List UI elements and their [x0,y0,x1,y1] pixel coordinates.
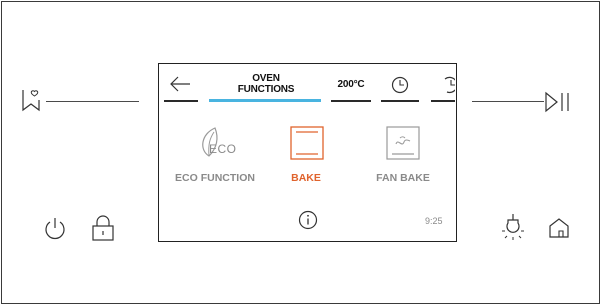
function-eco[interactable]: ECO ECO FUNCTION [173,124,257,184]
oven-light-icon[interactable] [499,212,527,242]
eco-icon-text: ECO [209,142,237,156]
clock-icon[interactable] [391,76,409,94]
function-fan-bake-label: FAN BAKE [376,172,430,184]
bake-icon [290,126,324,160]
right-divider-line [472,101,544,102]
clock-tab-underline [381,100,419,102]
info-icon[interactable] [298,210,318,230]
end-time-icon[interactable] [441,75,455,95]
back-tab-underline [164,100,198,102]
control-panel: OVEN FUNCTIONS 200°C ECO ECO FUNCTION BA… [1,1,600,304]
left-divider-line [46,101,139,102]
tab-title-line1: OVEN [252,73,280,84]
function-eco-label: ECO FUNCTION [175,172,255,184]
tab-oven-functions[interactable]: OVEN FUNCTIONS [211,73,321,95]
play-pause-icon[interactable] [544,91,572,113]
oven-display: OVEN FUNCTIONS 200°C ECO ECO FUNCTION BA… [158,63,457,242]
function-bake-label: BAKE [291,172,321,184]
clock-time: 9:25 [425,216,443,226]
tab-title-line2: FUNCTIONS [237,84,295,95]
home-icon[interactable] [547,216,571,240]
favorite-icon[interactable] [20,88,42,112]
function-bake[interactable]: BAKE [270,124,342,184]
temperature-tab-underline [331,100,371,102]
active-tab-indicator [209,99,321,102]
power-icon[interactable] [42,216,68,242]
function-fan-bake[interactable]: FAN BAKE [359,124,443,184]
end-time-tab-underline [431,100,455,102]
temperature-tab[interactable]: 200°C [331,79,371,90]
fan-bake-icon [386,126,420,160]
back-arrow-icon[interactable] [169,76,191,92]
eco-icon: ECO [195,124,236,160]
lock-icon[interactable] [91,214,115,242]
